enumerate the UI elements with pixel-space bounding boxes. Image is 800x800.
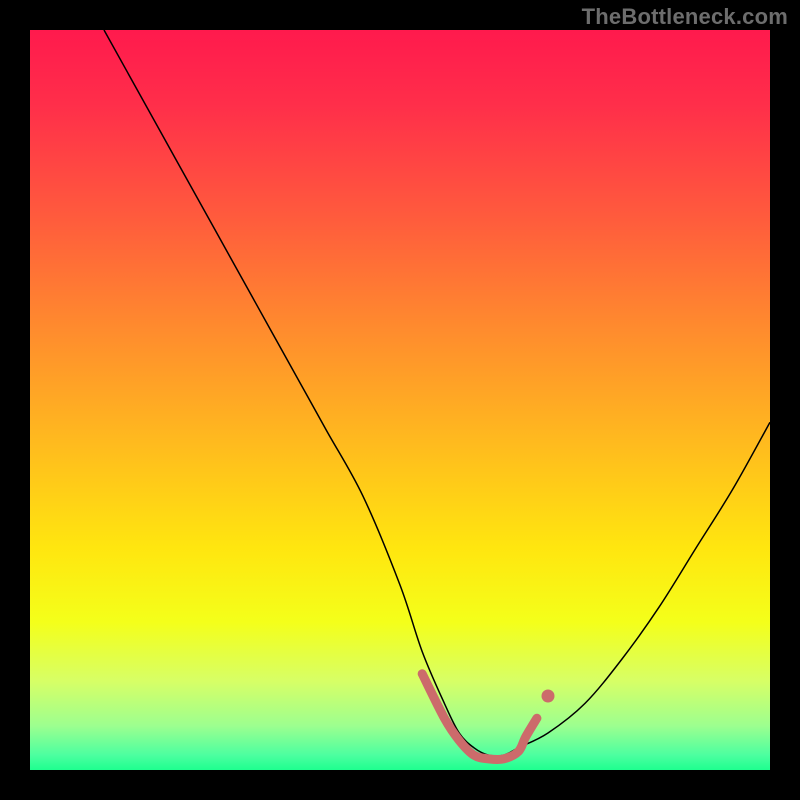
watermark-text: TheBottleneck.com	[582, 4, 788, 30]
chart-svg	[30, 30, 770, 770]
valley-highlight-series	[422, 674, 554, 760]
chart-frame: TheBottleneck.com	[0, 0, 800, 800]
curve-series	[104, 30, 770, 756]
bottleneck-chart	[30, 30, 770, 770]
